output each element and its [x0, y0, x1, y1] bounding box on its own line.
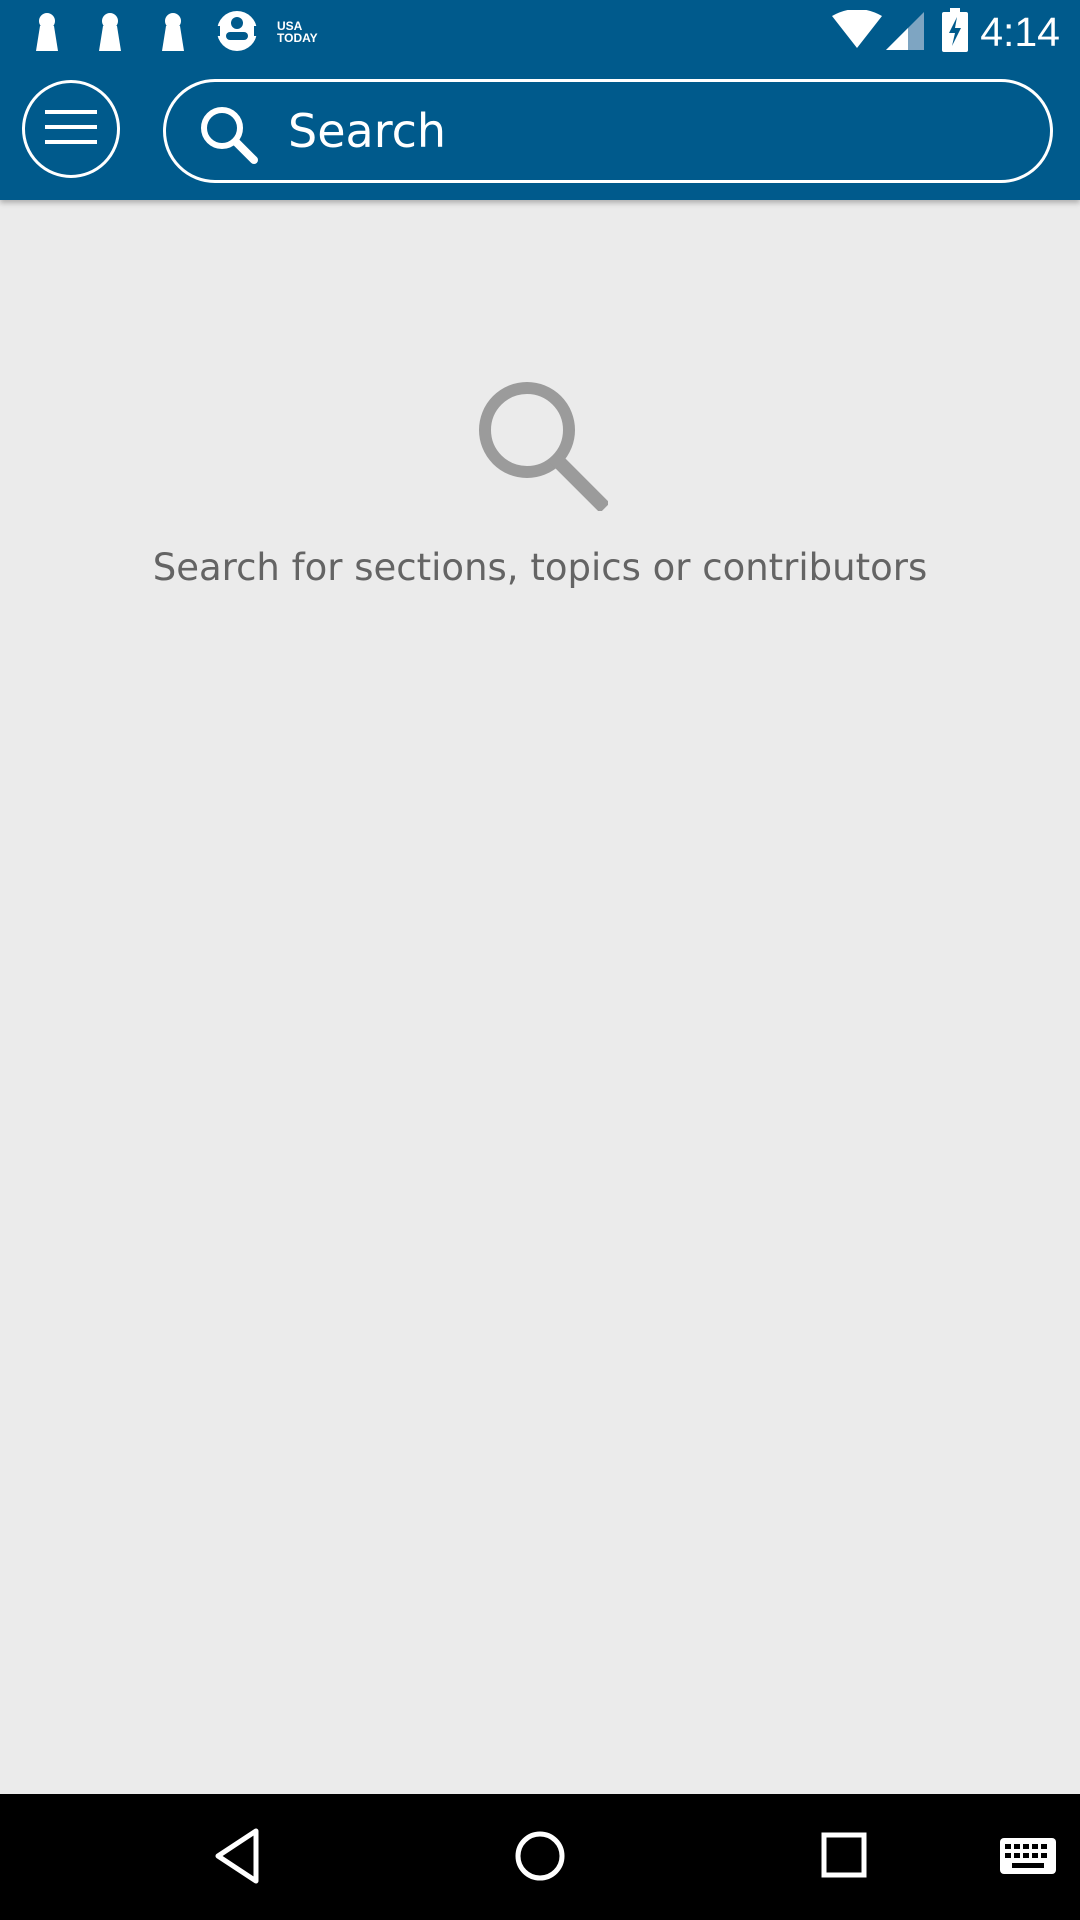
menu-button[interactable] [22, 80, 120, 178]
search-icon [472, 375, 610, 515]
search-input[interactable] [288, 96, 988, 166]
empty-state: Search for sections, topics or contribut… [0, 200, 1080, 1794]
search-bar[interactable] [163, 79, 1053, 183]
back-icon[interactable] [212, 1827, 262, 1889]
status-time: 4:14 [980, 9, 1060, 55]
wifi-icon [832, 9, 882, 54]
search-icon [198, 104, 260, 170]
notification-app-icon [158, 12, 188, 56]
empty-state-message: Search for sections, topics or contribut… [152, 546, 928, 589]
recents-icon[interactable] [820, 1827, 868, 1889]
usa-today-line2: TODAY [277, 31, 318, 45]
status-bar: USA TODAY 4:14 [0, 0, 1080, 63]
notification-app-icon [214, 10, 260, 56]
notification-app-icon [32, 12, 62, 56]
hamburger-menu-icon [45, 110, 97, 148]
keyboard-icon[interactable] [1000, 1838, 1056, 1878]
app-header: USA TODAY 4:14 [0, 0, 1080, 200]
navigation-bar [0, 1794, 1080, 1920]
notification-app-icon [95, 12, 125, 56]
home-icon[interactable] [514, 1827, 566, 1889]
cell-signal-icon [884, 10, 924, 54]
usa-today-logo: USA TODAY [277, 20, 337, 44]
battery-charging-icon [942, 8, 968, 56]
